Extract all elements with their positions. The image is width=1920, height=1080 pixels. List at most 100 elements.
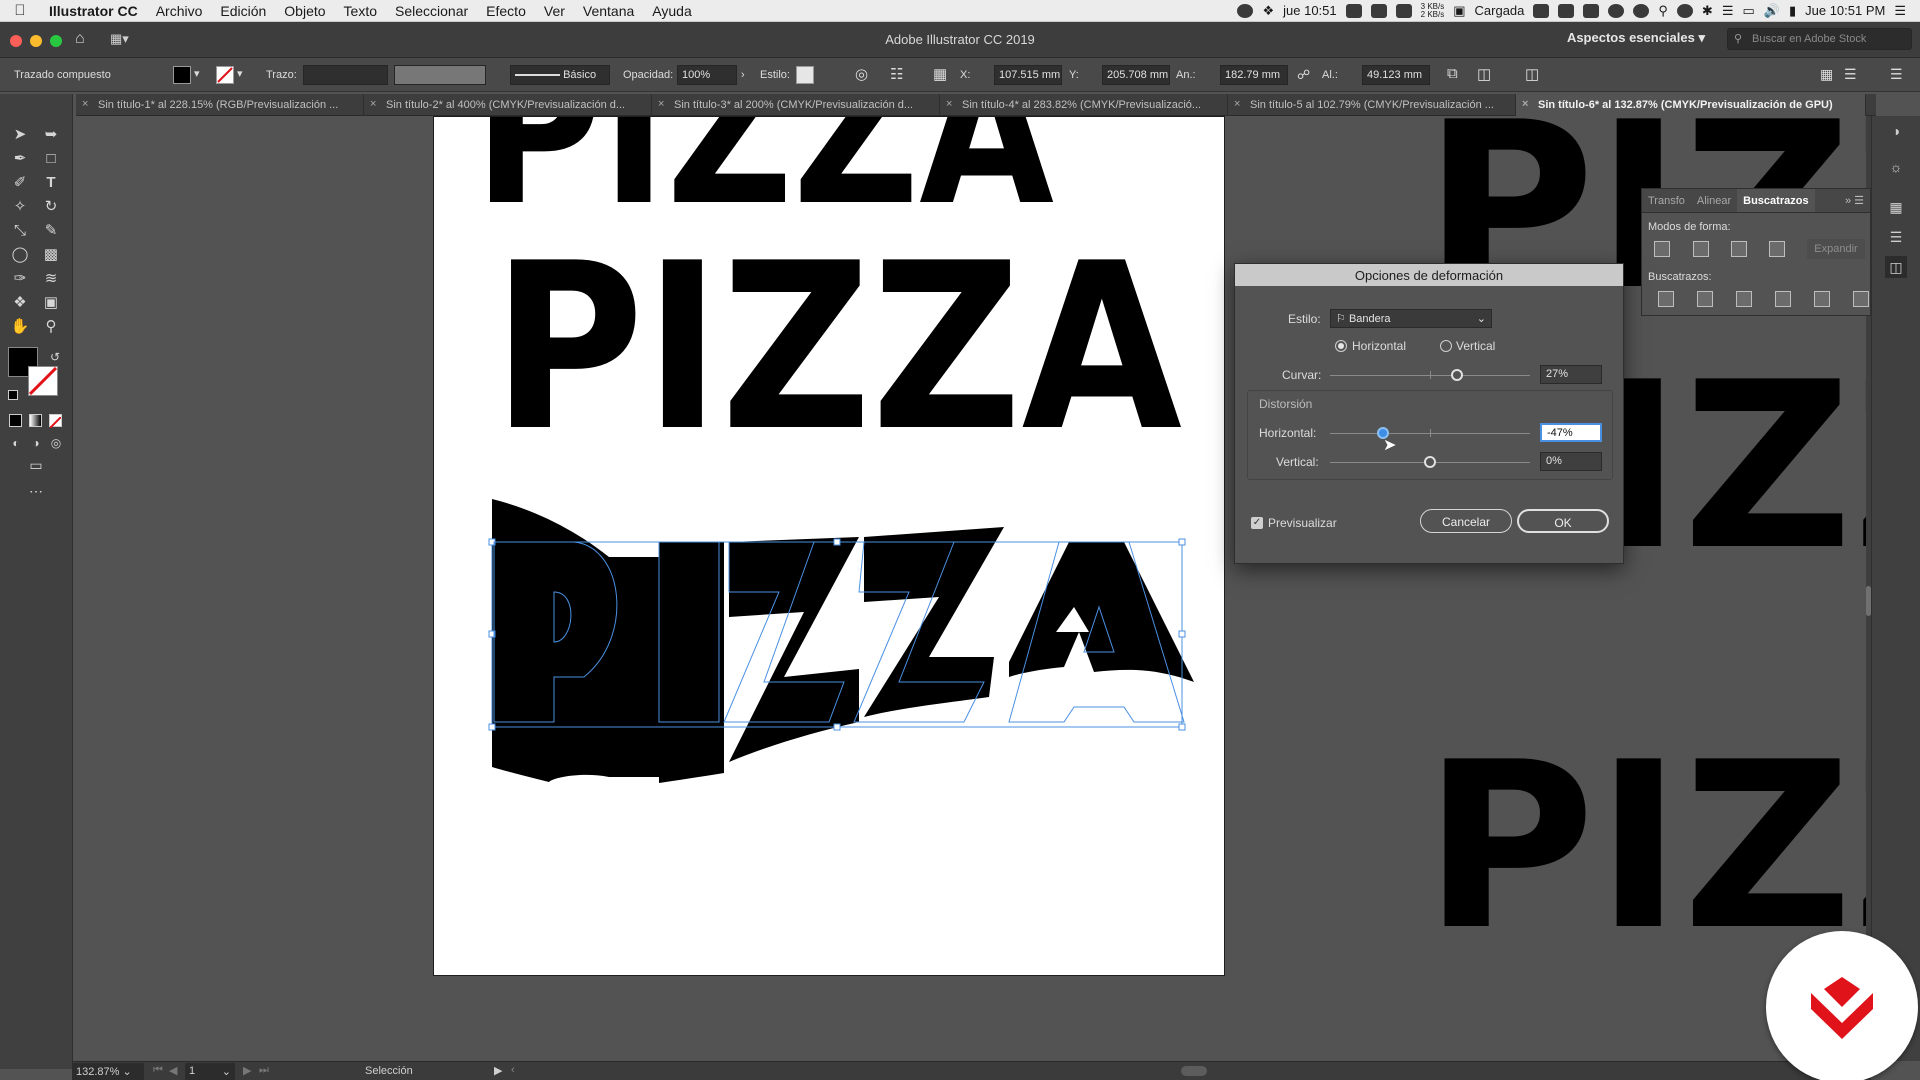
divide-button[interactable] (1658, 291, 1674, 307)
opacity-field[interactable]: 100% (677, 65, 737, 85)
minus-front-button[interactable] (1693, 241, 1709, 257)
canvas-area[interactable]: PIZZA PIZZA IZ PIZ (73, 116, 1871, 1061)
eraser-tool-icon[interactable]: ✎ (40, 220, 62, 242)
tab-pathfinder[interactable]: Buscatrazos (1737, 189, 1815, 212)
close-tab-icon[interactable]: × (1234, 98, 1240, 110)
dropbox-icon[interactable]: ❖ (1262, 3, 1274, 19)
orientation-vertical-radio[interactable] (1440, 340, 1452, 352)
panel-menu-icon[interactable]: » ☰ (1845, 189, 1870, 212)
magic-wand-tool-icon[interactable]: ✧ (9, 196, 31, 218)
menu-edicion[interactable]: Edición (211, 3, 275, 19)
transform-panel-icon[interactable]: ▦ (1885, 196, 1907, 218)
draw-inside-icon[interactable]: ◎ (45, 432, 67, 454)
tab-doc-6[interactable]: × Sin título-6* al 132.87% (CMYK/Previsua… (1516, 94, 1866, 116)
swap-colors-icon[interactable]: ↺ (44, 346, 66, 368)
color-icon[interactable]: ☼ (1885, 156, 1907, 178)
pizza-text-right-bottom[interactable]: PIZZ (1423, 714, 1871, 946)
x-field[interactable]: 107.515 mm (994, 65, 1062, 85)
tab-doc-1[interactable]: × Sin título-1* al 228.15% (RGB/Previsual… (76, 94, 364, 116)
apple-icon[interactable]:  (0, 2, 40, 19)
siri-icon[interactable] (1676, 3, 1693, 18)
pathfinder-panel-icon[interactable]: ◫ (1885, 256, 1907, 278)
distortion-vertical-field[interactable]: 0% (1540, 452, 1602, 471)
cancel-button[interactable]: Cancelar (1420, 509, 1512, 533)
symbol-sprayer-tool-icon[interactable]: ❖ (9, 292, 31, 314)
tab-doc-3[interactable]: × Sin título-3* al 200% (CMYK/Previsualiz… (652, 94, 940, 116)
style-select[interactable]: ⚐ Bandera ⌄ (1330, 309, 1492, 328)
eyedropper-tool-icon[interactable]: ✑ (9, 268, 31, 290)
distortion-horizontal-slider[interactable]: ➤ (1330, 427, 1530, 454)
gradient-mode-icon[interactable] (29, 414, 42, 427)
crop-button[interactable] (1775, 291, 1791, 307)
chart-icon[interactable] (1370, 3, 1387, 18)
draw-behind-icon[interactable]: ◑ (25, 432, 47, 454)
calendar-icon[interactable] (1583, 3, 1600, 18)
gpu-icon[interactable] (1633, 3, 1650, 18)
close-tab-icon[interactable]: × (1522, 98, 1528, 110)
record-icon[interactable] (1237, 3, 1254, 18)
menu-ventana[interactable]: Ventana (574, 3, 643, 19)
spotlight-icon[interactable]: ⚲ (1658, 3, 1668, 19)
chevron-right-icon[interactable]: › (741, 69, 745, 81)
menu-ayuda[interactable]: Ayuda (643, 3, 700, 19)
monitor-icon[interactable] (1345, 3, 1362, 18)
outline-button[interactable] (1814, 291, 1830, 307)
control-menu-icon[interactable]: ☰ (1890, 66, 1903, 83)
tab-doc-5[interactable]: × Sin título-5 al 102.79% (CMYK/Previsual… (1228, 94, 1516, 116)
align-to-icon[interactable]: ☷ (890, 65, 903, 83)
orientation-horizontal-label[interactable]: Horizontal (1352, 339, 1406, 353)
bend-field[interactable]: 27% (1540, 365, 1602, 384)
trim-button[interactable] (1697, 291, 1713, 307)
menu-app-name[interactable]: Illustrator CC (40, 3, 147, 19)
next-page-icon[interactable]: ▶ (243, 1064, 251, 1077)
pizza-text-main[interactable]: PIZZA (492, 215, 1182, 482)
exclude-button[interactable] (1769, 241, 1785, 257)
gradient-tool-icon[interactable]: ▩ (40, 244, 62, 266)
stroke-color-swatch[interactable] (28, 366, 58, 396)
menu-objeto[interactable]: Objeto (275, 3, 334, 19)
screen-mode-icon[interactable]: ▭ (25, 454, 47, 476)
selection-tool-icon[interactable]: ➤ (9, 124, 31, 146)
ok-button[interactable]: OK (1517, 509, 1609, 533)
battery-status-icon[interactable]: ▮ (1789, 3, 1796, 19)
zoom-tool-icon[interactable]: ⚲ (40, 316, 62, 338)
color-wheel-icon[interactable] (1608, 3, 1625, 18)
menu-ver[interactable]: Ver (535, 3, 574, 19)
phone-icon[interactable] (1395, 3, 1412, 18)
align-panel-icon[interactable]: ☰ (1885, 226, 1907, 248)
close-tab-icon[interactable]: × (946, 98, 952, 110)
align-icon[interactable]: ☰ (1844, 66, 1857, 83)
envelope-distort-icon[interactable]: ◫ (1525, 65, 1539, 83)
status-menu-icon[interactable]: ▶ (494, 1064, 502, 1077)
tab-align[interactable]: Alinear (1691, 189, 1737, 212)
clock[interactable]: Jue 10:51 PM (1805, 3, 1885, 18)
unite-button[interactable] (1654, 241, 1670, 257)
chevron-down-icon[interactable]: ▾ (194, 67, 200, 80)
direct-selection-tool-icon[interactable]: ➥ (40, 124, 62, 146)
default-colors-icon[interactable] (8, 390, 18, 400)
zoom-field[interactable]: 132.87% ⌄ (72, 1063, 144, 1080)
distortion-vertical-slider[interactable] (1330, 456, 1530, 468)
stock-search-input[interactable]: ⚲ Buscar en Adobe Stock (1727, 28, 1912, 50)
preview-label[interactable]: Previsualizar (1268, 516, 1337, 530)
stroke-weight-field[interactable] (303, 65, 388, 85)
reference-point-icon[interactable]: ▦ (933, 65, 947, 83)
rectangle-tool-icon[interactable]: □ (40, 148, 62, 170)
graphic-style-swatch[interactable] (796, 66, 814, 84)
scroll-left-icon[interactable]: ‹ (511, 1064, 515, 1076)
properties-icon[interactable]: ◑ (1885, 120, 1907, 142)
distortion-vertical-thumb[interactable] (1424, 456, 1436, 468)
tab-doc-2[interactable]: × Sin título-2* al 400% (CMYK/Previsualiz… (364, 94, 652, 116)
scale-tool-icon[interactable]: ⤡ (9, 220, 31, 242)
hand-tool-icon[interactable]: ✋ (9, 316, 31, 338)
menu-texto[interactable]: Texto (335, 3, 386, 19)
rotate-tool-icon[interactable]: ↻ (40, 196, 62, 218)
tab-doc-4[interactable]: × Sin título-4* al 283.82% (CMYK/Previsua… (940, 94, 1228, 116)
airplay-icon[interactable]: ▭ (1742, 3, 1754, 19)
workspace-switcher[interactable]: Aspectos esenciales ▾ (1567, 30, 1705, 46)
wifi-icon[interactable]: ☰ (1722, 3, 1734, 19)
isolate-icon[interactable]: ◫ (1477, 65, 1491, 83)
close-tab-icon[interactable]: × (82, 98, 88, 110)
artboard-tool-icon[interactable]: ▣ (40, 292, 62, 314)
minus-back-button[interactable] (1853, 291, 1869, 307)
